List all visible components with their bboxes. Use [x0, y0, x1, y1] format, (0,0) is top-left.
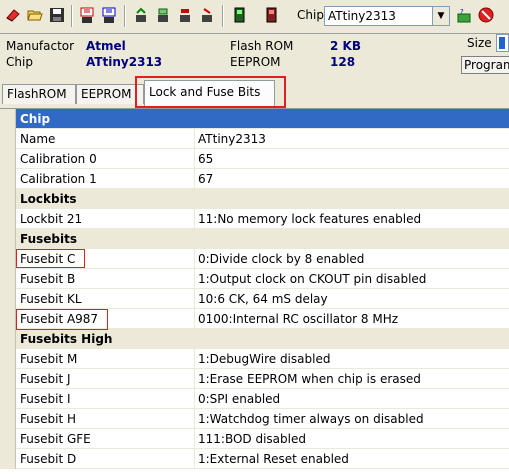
property-name: Fusebit KL	[20, 292, 82, 306]
property-value[interactable]: 1:DebugWire disabled	[198, 352, 330, 366]
property-value[interactable]: 1:External Reset enabled	[198, 452, 349, 466]
write-chip-icon[interactable]	[99, 5, 119, 25]
property-value[interactable]: ATtiny2313	[198, 132, 266, 146]
property-value[interactable]: 65	[198, 152, 213, 166]
grid-row-fusebit-h[interactable]: Fusebit H 1:Watchdog timer always on disa…	[0, 409, 509, 429]
toolbar: Chip ATtiny2313 ▼ ?	[0, 0, 509, 33]
chip-select[interactable]: ATtiny2313 ▼	[324, 6, 450, 26]
size-label: Size	[467, 36, 492, 50]
chip-select-label: Chip	[297, 8, 324, 22]
flash-rom-value: 2 KB	[330, 39, 361, 53]
property-value[interactable]: 111:BOD disabled	[198, 432, 306, 446]
grid-category-fusebits-high[interactable]: Fusebits High	[0, 329, 509, 349]
grid-row-fusebit-i[interactable]: Fusebit I 0:SPI enabled	[0, 389, 509, 409]
category-label: Fusebits	[20, 232, 78, 246]
manufactor-label: Manufactor	[6, 39, 75, 53]
grid-row-fusebit-j[interactable]: Fusebit J 1:Erase EEPROM when chip is era…	[0, 369, 509, 389]
grid-category-chip[interactable]: Chip	[0, 109, 509, 129]
property-value[interactable]: 0:SPI enabled	[198, 392, 280, 406]
property-name: Calibration 1	[20, 172, 97, 186]
svg-text:?: ?	[460, 8, 464, 16]
category-label: Lockbits	[20, 192, 77, 206]
property-name: Fusebit H	[20, 412, 76, 426]
size-indicator	[496, 34, 509, 52]
property-name: Fusebit D	[20, 452, 77, 466]
grid-row-name[interactable]: Name ATtiny2313	[0, 129, 509, 149]
grid-row-fusebit-d[interactable]: Fusebit D 1:External Reset enabled	[0, 449, 509, 469]
fusebit-c-highlight-box	[16, 249, 85, 268]
flash-rom-label: Flash ROM	[230, 39, 294, 53]
property-name: Fusebit J	[20, 372, 71, 386]
property-name: Fusebit B	[20, 272, 76, 286]
property-name: Fusebit M	[20, 352, 78, 366]
grid-row-calibration-0[interactable]: Calibration 0 65	[0, 149, 509, 169]
property-name: Lockbit 21	[20, 212, 83, 226]
property-value[interactable]: 0:Divide clock by 8 enabled	[198, 252, 364, 266]
property-value[interactable]: 1:Watchdog timer always on disabled	[198, 412, 424, 426]
property-value[interactable]: 11:No memory lock features enabled	[198, 212, 421, 226]
device-green-icon[interactable]	[229, 5, 249, 25]
property-value[interactable]: 67	[198, 172, 213, 186]
fuse-property-grid: Chip Name ATtiny2313 Calibration 0 65 Cali…	[0, 108, 509, 476]
stop-icon[interactable]	[476, 5, 496, 25]
property-name: Calibration 0	[20, 152, 97, 166]
eeprom-label: EEPROM	[230, 55, 281, 69]
category-label: Chip	[20, 112, 51, 126]
grid-category-fusebits[interactable]: Fusebits	[0, 229, 509, 249]
property-name: Fusebit I	[20, 392, 71, 406]
tab-flashrom[interactable]: FlashROM	[2, 84, 76, 104]
property-value[interactable]: 10:6 CK, 64 mS delay	[198, 292, 328, 306]
eraser-icon[interactable]	[3, 5, 23, 25]
tab-eeprom[interactable]: EEPROM	[76, 84, 144, 104]
open-folder-icon[interactable]	[25, 5, 45, 25]
property-value[interactable]: 1:Erase EEPROM when chip is erased	[198, 372, 421, 386]
category-label: Fusebits High	[20, 332, 113, 346]
verify-chip-icon[interactable]	[131, 5, 151, 25]
chevron-down-icon[interactable]: ▼	[432, 7, 449, 25]
program-button[interactable]: Program	[461, 56, 509, 74]
chip-value: ATtiny2313	[86, 55, 163, 69]
eeprom-value: 128	[330, 55, 356, 69]
erase-chip-icon[interactable]	[197, 5, 217, 25]
grid-row-fusebit-b[interactable]: Fusebit B 1:Output clock on CKOUT pin dis…	[0, 269, 509, 289]
fusebit-a987-highlight-box	[16, 309, 108, 330]
tab-highlight-box	[135, 76, 286, 108]
grid-row-fusebit-gfe[interactable]: Fusebit GFE 111:BOD disabled	[0, 429, 509, 449]
read-chip-icon[interactable]	[77, 5, 97, 25]
property-name: Fusebit GFE	[20, 432, 91, 446]
property-value[interactable]: 0100:Internal RC oscillator 8 MHz	[198, 312, 398, 326]
manufactor-value: Atmel	[86, 39, 126, 53]
grid-row-lockbit-21[interactable]: Lockbit 21 11:No memory lock features ena…	[0, 209, 509, 229]
property-value[interactable]: 1:Output clock on CKOUT pin disabled	[198, 272, 426, 286]
property-name: Name	[20, 132, 56, 146]
grid-row-calibration-1[interactable]: Calibration 1 67	[0, 169, 509, 189]
grid-row-fusebit-m[interactable]: Fusebit M 1:DebugWire disabled	[0, 349, 509, 369]
blank-check-icon[interactable]	[153, 5, 173, 25]
grid-category-lockbits[interactable]: Lockbits	[0, 189, 509, 209]
grid-row-fusebit-kl[interactable]: Fusebit KL 10:6 CK, 64 mS delay	[0, 289, 509, 309]
chip-select-value: ATtiny2313	[328, 9, 396, 23]
program-chip-icon[interactable]	[175, 5, 195, 25]
chip-info-icon[interactable]: ?	[454, 5, 474, 25]
chip-info-panel: Manufactor Atmel Chip ATtiny2313 Flash R…	[0, 33, 509, 78]
chip-label: Chip	[6, 55, 33, 69]
device-red-icon[interactable]	[261, 5, 281, 25]
save-icon[interactable]	[47, 5, 67, 25]
